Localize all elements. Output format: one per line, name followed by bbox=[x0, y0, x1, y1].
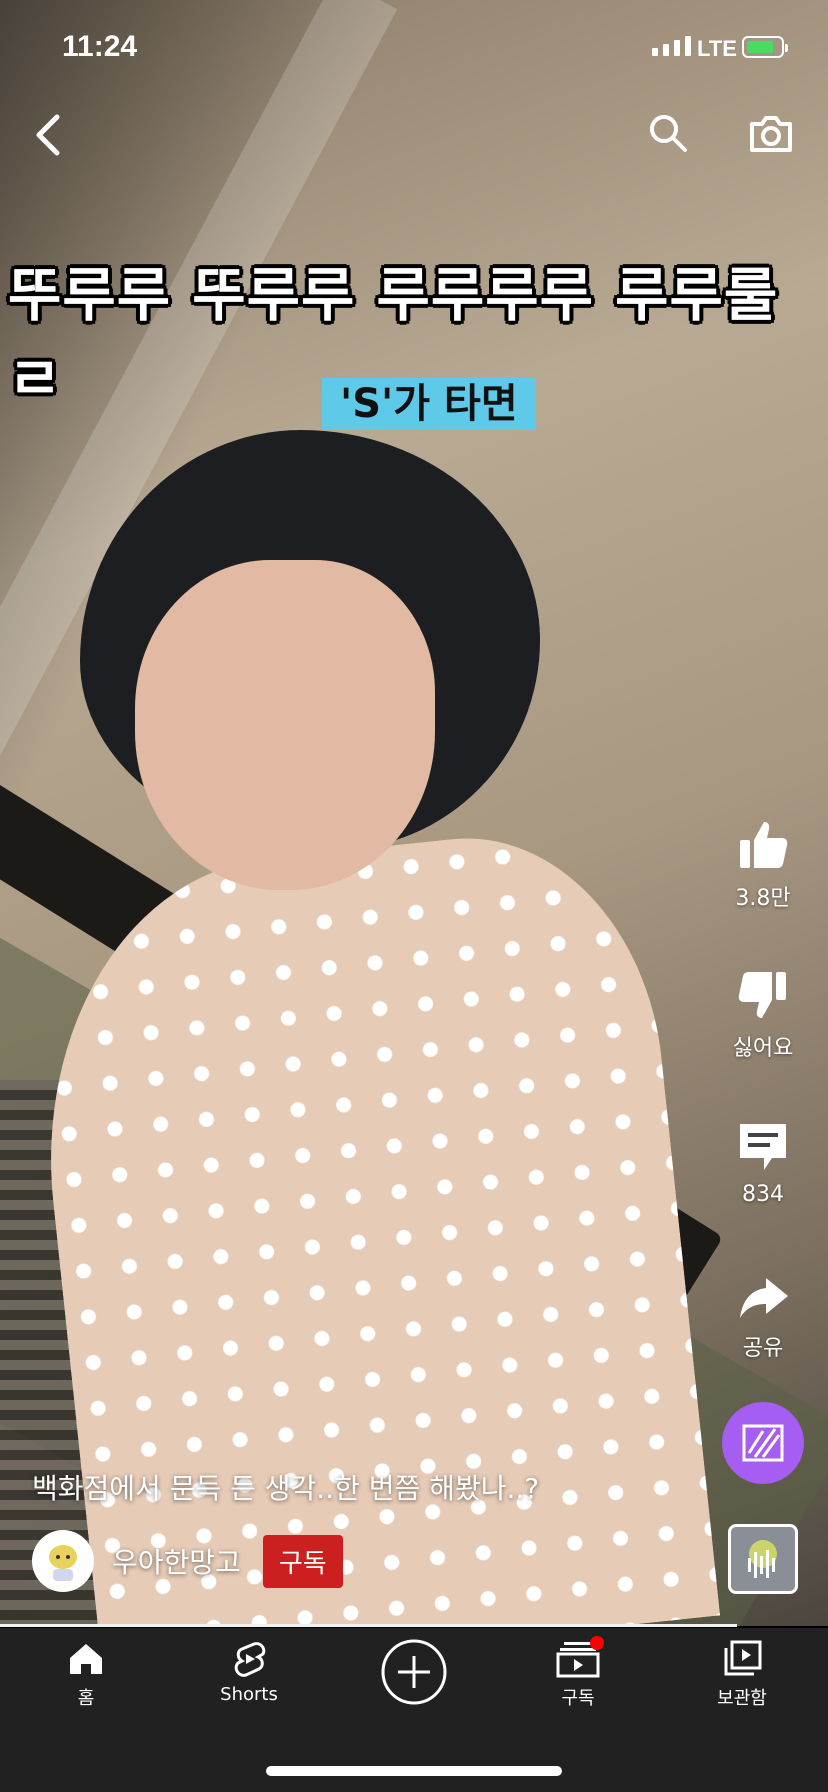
share-button[interactable]: 공유 bbox=[718, 1274, 808, 1362]
nav-home-label: 홈 bbox=[77, 1688, 95, 1709]
video-progress-bar[interactable] bbox=[0, 1624, 737, 1627]
sound-thumbnail[interactable] bbox=[728, 1524, 798, 1594]
video-title[interactable]: 백화점에서 문득 든 생각..한 번쯤 해봤나..? bbox=[32, 1467, 539, 1507]
remix-icon bbox=[742, 1424, 784, 1462]
status-bar: 11:24 LTE bbox=[0, 0, 828, 100]
remix-button[interactable] bbox=[722, 1402, 804, 1484]
dislike-button[interactable]: 싫어요 bbox=[718, 968, 808, 1062]
share-label: 공유 bbox=[742, 1336, 784, 1361]
subscribe-button[interactable]: 구독 bbox=[262, 1534, 343, 1588]
camera-icon bbox=[750, 116, 792, 152]
video-player[interactable] bbox=[0, 0, 828, 1626]
notification-dot bbox=[590, 1636, 604, 1650]
home-indicator[interactable] bbox=[266, 1766, 562, 1776]
shorts-icon bbox=[234, 1642, 266, 1677]
dislike-label: 싫어요 bbox=[732, 1036, 794, 1061]
cellular-signal-icon bbox=[652, 36, 691, 56]
network-type: LTE bbox=[697, 36, 737, 61]
nav-shorts-label: Shorts bbox=[220, 1684, 278, 1705]
search-button[interactable] bbox=[646, 110, 690, 156]
comment-icon bbox=[740, 1124, 786, 1170]
subscriptions-icon-wrap bbox=[556, 1636, 604, 1678]
nav-shorts[interactable]: Shorts bbox=[189, 1640, 309, 1705]
share-icon bbox=[740, 1278, 788, 1318]
home-icon bbox=[70, 1644, 102, 1674]
comments-button[interactable]: 834 bbox=[718, 1120, 808, 1207]
back-button[interactable] bbox=[28, 110, 68, 160]
chevron-left-icon bbox=[36, 114, 60, 156]
nav-home[interactable]: 홈 bbox=[26, 1640, 146, 1710]
thumbs-up-icon bbox=[740, 822, 788, 868]
status-time: 11:24 bbox=[62, 30, 138, 63]
search-icon bbox=[650, 115, 687, 152]
like-count: 3.8만 bbox=[735, 886, 791, 911]
video-caption-tag: 'S'가 타면 bbox=[322, 378, 536, 430]
add-icon bbox=[381, 1639, 447, 1705]
channel-name[interactable]: 우아한망고 bbox=[112, 1541, 241, 1581]
nav-subscriptions[interactable]: 구독 bbox=[518, 1636, 638, 1710]
nav-library-label: 보관함 bbox=[717, 1688, 767, 1709]
video-person-face bbox=[135, 560, 435, 890]
nav-subscriptions-label: 구독 bbox=[561, 1688, 595, 1709]
channel-row: 우아한망고 구독 bbox=[32, 1530, 343, 1592]
channel-avatar[interactable] bbox=[32, 1530, 94, 1592]
battery-icon bbox=[742, 36, 788, 58]
mango-character-icon bbox=[35, 1533, 91, 1589]
audio-waveform-icon bbox=[748, 1540, 777, 1578]
create-button[interactable] bbox=[354, 1638, 474, 1706]
like-button[interactable]: 3.8만 bbox=[718, 818, 808, 912]
comment-count: 834 bbox=[742, 1182, 784, 1207]
thumbs-down-icon bbox=[738, 972, 786, 1018]
nav-library[interactable]: 보관함 bbox=[682, 1640, 802, 1710]
library-icon bbox=[724, 1640, 762, 1676]
camera-button[interactable] bbox=[746, 108, 796, 158]
